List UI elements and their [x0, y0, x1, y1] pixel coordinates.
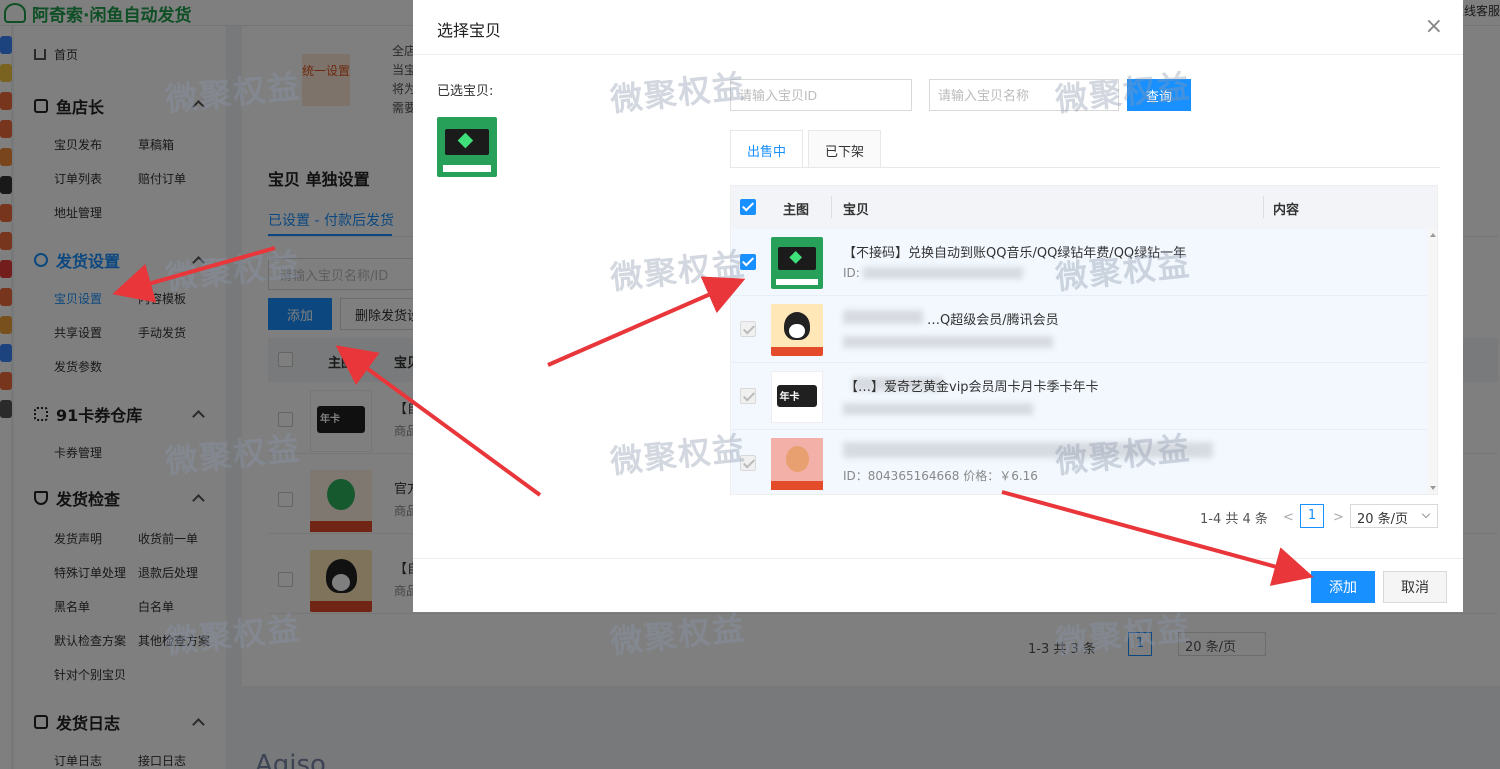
column-divider	[831, 196, 832, 218]
table-row[interactable]: …Q超级会员/腾讯会员	[731, 296, 1427, 363]
tab-delisted[interactable]: 已下架	[808, 130, 882, 168]
modal-title: 选择宝贝	[437, 21, 502, 40]
row-id-price: ID：804365164668 价格：￥6.16	[843, 469, 1038, 483]
modal-header: 选择宝贝 ×	[413, 0, 1463, 55]
pager-size-select[interactable]: 20 条/页	[1350, 504, 1438, 528]
blurred-region	[843, 403, 1033, 415]
table-row[interactable]: 【不接码】兑换自动到账QQ音乐/QQ绿钻年费/QQ绿钻一年 ID:	[731, 229, 1427, 296]
column-header-content: 内容	[1273, 203, 1300, 218]
row-checkbox[interactable]	[740, 321, 756, 337]
tab-divider	[730, 167, 1440, 168]
pager-total: 1-4 共 4 条	[1200, 512, 1268, 527]
blurred-region	[843, 310, 923, 324]
table-header: 主图 宝贝 内容	[731, 186, 1437, 229]
footer-divider	[413, 558, 1463, 559]
row-checkbox[interactable]	[740, 254, 756, 270]
pager-next-icon[interactable]: >	[1333, 510, 1344, 525]
chevron-down-icon	[1421, 509, 1431, 519]
row-title: …Q超级会员/腾讯会员	[927, 313, 1059, 328]
selected-items-label: 已选宝贝:	[437, 84, 494, 99]
item-table: 主图 宝贝 内容 【不接码】兑换自动到账QQ音乐/QQ绿钻年费/QQ绿钻一年 I…	[730, 185, 1438, 495]
table-row[interactable]: ID：804365164668 价格：￥6.16	[731, 430, 1427, 494]
blurred-region	[843, 336, 1053, 348]
row-title: 【…】爱奇艺黄金vip会员周卡月卡季卡年卡	[845, 380, 1099, 395]
column-header-image: 主图	[783, 203, 810, 218]
table-row[interactable]: 年卡 【…】爱奇艺黄金vip会员周卡月卡季卡年卡	[731, 363, 1427, 430]
scroll-down-icon[interactable]	[1430, 486, 1436, 490]
row-checkbox[interactable]	[740, 388, 756, 404]
column-divider	[1263, 196, 1264, 218]
scroll-up-icon[interactable]	[1430, 233, 1436, 237]
cancel-button[interactable]: 取消	[1383, 571, 1447, 603]
query-button[interactable]: 查询	[1127, 79, 1191, 111]
product-thumbnail	[771, 237, 823, 289]
blurred-region	[863, 267, 1023, 279]
product-thumbnail: 年卡	[771, 371, 823, 423]
close-icon[interactable]: ×	[1425, 14, 1443, 39]
product-thumbnail	[771, 438, 823, 490]
item-name-input[interactable]	[929, 79, 1119, 111]
tab-on-sale[interactable]: 出售中	[730, 130, 804, 168]
pager-page-1[interactable]: 1	[1300, 504, 1324, 528]
add-button[interactable]: 添加	[1311, 571, 1375, 603]
product-thumbnail	[771, 304, 823, 356]
selected-item-thumbnail[interactable]	[437, 117, 497, 177]
pager-prev-icon[interactable]: <	[1283, 510, 1294, 525]
column-header-item: 宝贝	[843, 203, 870, 218]
blurred-region	[843, 442, 1213, 458]
row-checkbox[interactable]	[740, 455, 756, 471]
select-all-checkbox[interactable]	[740, 199, 756, 215]
row-id: ID:	[843, 266, 860, 280]
item-id-input[interactable]	[730, 79, 912, 111]
select-item-modal: 选择宝贝 × 已选宝贝: 查询 出售中 已下架 主图 宝贝 内容 【不接码】兑换…	[413, 0, 1463, 612]
row-title: 【不接码】兑换自动到账QQ音乐/QQ绿钻年费/QQ绿钻一年	[843, 246, 1187, 261]
table-scrollbar[interactable]	[1427, 229, 1437, 494]
